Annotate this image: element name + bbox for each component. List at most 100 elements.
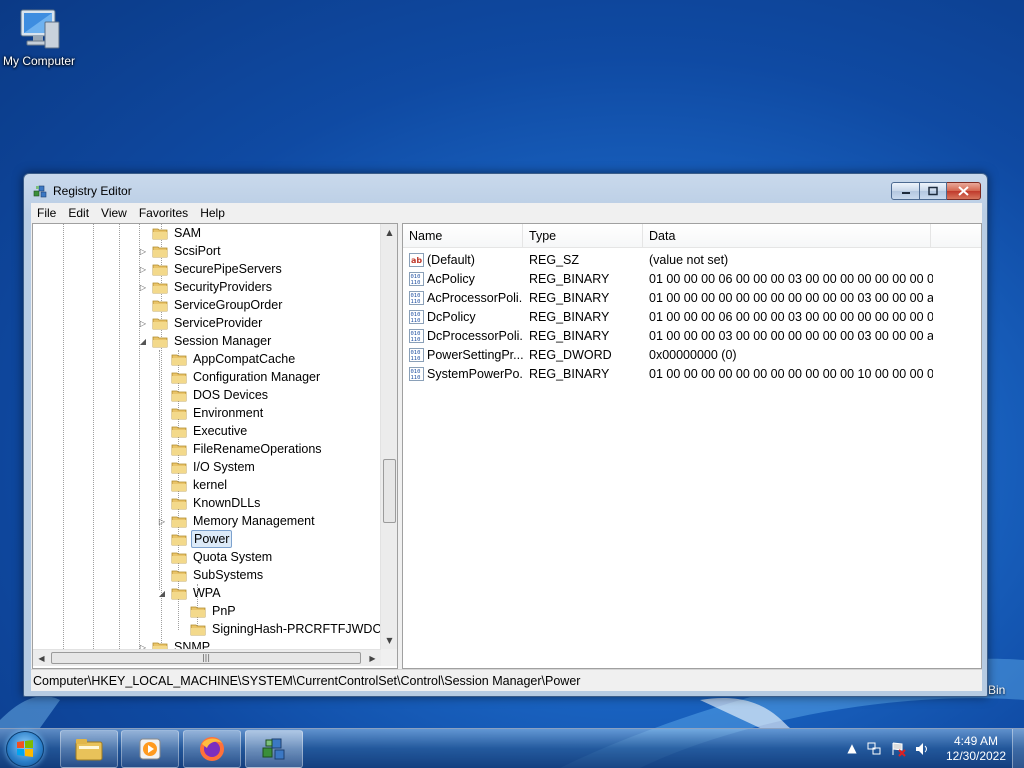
tree-node[interactable]: Power — [156, 530, 233, 548]
tree-node[interactable]: ◢ WPA — [156, 584, 223, 602]
expand-toggle-icon[interactable]: ▷ — [137, 319, 149, 328]
menu-file[interactable]: File — [31, 206, 62, 220]
show-desktop-button[interactable] — [1012, 729, 1024, 768]
tree-node[interactable]: ▷ Memory Management — [156, 512, 317, 530]
tree-vertical-scrollbar[interactable]: ▲ ▼ — [380, 224, 397, 649]
value-row[interactable]: 010 110 AcPolicy REG_BINARY 01 00 00 00 06 0… — [403, 269, 933, 288]
tree-horizontal-scrollbar[interactable]: ◀ ||| ▶ — [33, 649, 381, 666]
column-header-data[interactable]: Data — [643, 224, 931, 248]
tree-node-label: SigningHash-PRCRFTFJWDC296 — [212, 622, 381, 636]
scroll-left-arrow-icon[interactable]: ◀ — [33, 650, 50, 667]
tree-node[interactable]: ▷ SNMP — [137, 638, 212, 649]
network-icon[interactable] — [866, 741, 882, 757]
taskbar-button-registry-editor[interactable] — [245, 730, 303, 768]
column-header-type[interactable]: Type — [523, 224, 643, 248]
maximize-button[interactable] — [920, 182, 947, 200]
value-row[interactable]: ab (Default) REG_SZ (value not set) — [403, 250, 933, 269]
taskbar-button-media-player[interactable] — [121, 730, 179, 768]
tree-node[interactable]: Environment — [156, 404, 265, 422]
folder-icon — [152, 282, 168, 294]
menu-edit[interactable]: Edit — [62, 206, 95, 220]
desktop-icon-my-computer[interactable]: My Computer — [0, 8, 78, 68]
value-row[interactable]: 010 110 PowerSettingPr... REG_DWORD 0x000000… — [403, 345, 933, 364]
tree-node[interactable]: SAM — [137, 224, 203, 242]
tree-node[interactable]: ▷ ServiceProvider — [137, 314, 264, 332]
folder-icon — [152, 228, 168, 240]
show-hidden-icons-icon[interactable]: ▲ — [844, 741, 860, 757]
expand-toggle-icon[interactable]: ▷ — [137, 283, 149, 292]
expand-toggle-icon[interactable]: ▷ — [137, 247, 149, 256]
values-list-pane[interactable]: Name Type Data ab (Default) REG_SZ (value n… — [402, 223, 982, 669]
scroll-thumb[interactable] — [383, 459, 396, 523]
value-row[interactable]: 010 110 DcPolicy REG_BINARY 01 00 00 00 06 0… — [403, 307, 933, 326]
value-row[interactable]: 010 110 SystemPowerPo... REG_BINARY 01 00 00… — [403, 364, 933, 383]
expand-toggle-icon[interactable]: ◢ — [156, 589, 168, 598]
taskbar-button-explorer[interactable] — [60, 730, 118, 768]
action-center-icon[interactable] — [890, 741, 906, 757]
volume-icon[interactable] — [914, 741, 930, 757]
folder-icon — [152, 318, 168, 330]
media-player-icon — [139, 738, 161, 760]
key-tree-pane[interactable]: SAM ▷ ScsiPort ▷ SecurePipeServers ▷ SecurityP… — [32, 223, 398, 669]
tree-guide-line — [63, 224, 64, 649]
tree-node[interactable]: Quota System — [156, 548, 274, 566]
status-bar: Computer\HKEY_LOCAL_MACHINE\SYSTEM\Curre… — [31, 669, 982, 691]
folder-icon — [171, 588, 187, 600]
value-row[interactable]: 010 110 DcProcessorPoli... REG_BINARY 01 00 … — [403, 326, 933, 345]
tree-node-label: PnP — [212, 604, 236, 618]
scroll-right-arrow-icon[interactable]: ▶ — [364, 650, 381, 667]
expand-toggle-icon[interactable]: ▷ — [156, 517, 168, 526]
minimize-button[interactable] — [891, 182, 920, 200]
tree-node[interactable]: Executive — [156, 422, 249, 440]
folder-icon — [152, 264, 168, 276]
tree-node[interactable]: KnownDLLs — [156, 494, 262, 512]
taskbar: ▲ 4:49 AM 12/30/2022 — [0, 728, 1024, 768]
tree-node[interactable]: DOS Devices — [156, 386, 270, 404]
start-button[interactable] — [6, 731, 44, 767]
close-button[interactable] — [947, 182, 981, 200]
status-path: Computer\HKEY_LOCAL_MACHINE\SYSTEM\Curre… — [33, 674, 581, 688]
clock-time: 4:49 AM — [953, 734, 999, 748]
tree-node[interactable]: ◢ Session Manager — [137, 332, 273, 350]
tree-node[interactable]: FileRenameOperations — [156, 440, 324, 458]
expand-toggle-icon[interactable]: ◢ — [137, 337, 149, 346]
windows-logo-icon — [17, 740, 33, 757]
value-row[interactable]: 010 110 AcProcessorPoli... REG_BINARY 01 00 … — [403, 288, 933, 307]
tree-node[interactable]: Configuration Manager — [156, 368, 322, 386]
recycle-bin-partial-label[interactable]: Bin — [988, 683, 1005, 697]
clock[interactable]: 4:49 AM 12/30/2022 — [942, 734, 1010, 764]
title-bar[interactable]: Registry Editor — [24, 174, 987, 204]
expand-toggle-icon[interactable]: ▷ — [137, 265, 149, 274]
tree-node[interactable]: ServiceGroupOrder — [137, 296, 284, 314]
tree-node[interactable]: kernel — [156, 476, 229, 494]
tree-node[interactable]: ▷ SecurePipeServers — [137, 260, 284, 278]
column-header-name[interactable]: Name — [403, 224, 523, 248]
menu-favorites[interactable]: Favorites — [133, 206, 194, 220]
taskbar-button-firefox[interactable] — [183, 730, 241, 768]
menu-view[interactable]: View — [95, 206, 133, 220]
folder-icon — [152, 246, 168, 258]
tree-node[interactable]: ▷ SecurityProviders — [137, 278, 274, 296]
tree-node[interactable]: SubSystems — [156, 566, 265, 584]
tree-node-label: WPA — [193, 586, 221, 600]
value-name-cell: 010 110 DcPolicy — [403, 309, 523, 324]
tree-node[interactable]: I/O System — [156, 458, 257, 476]
binary-value-icon: 010110 — [409, 347, 424, 362]
tree-node[interactable]: ▷ ScsiPort — [137, 242, 223, 260]
svg-text:110: 110 — [411, 356, 421, 362]
value-type: REG_SZ — [529, 252, 580, 267]
notification-area: ▲ 4:49 AM 12/30/2022 — [842, 729, 1024, 768]
value-type: REG_BINARY — [529, 271, 610, 286]
svg-text:110: 110 — [411, 299, 421, 305]
menu-help[interactable]: Help — [194, 206, 231, 220]
value-name-cell: 010 110 DcProcessorPoli... — [403, 328, 523, 343]
tree-node[interactable]: SigningHash-PRCRFTFJWDC296 — [175, 620, 381, 638]
scroll-thumb[interactable]: ||| — [51, 652, 361, 664]
tree-node[interactable]: AppCompatCache — [156, 350, 297, 368]
folder-icon — [171, 480, 187, 492]
value-data: 0x00000000 (0) — [649, 347, 737, 362]
scroll-down-arrow-icon[interactable]: ▼ — [381, 632, 397, 649]
value-type: REG_BINARY — [529, 366, 610, 381]
scroll-up-arrow-icon[interactable]: ▲ — [381, 224, 397, 241]
tree-node[interactable]: PnP — [175, 602, 238, 620]
